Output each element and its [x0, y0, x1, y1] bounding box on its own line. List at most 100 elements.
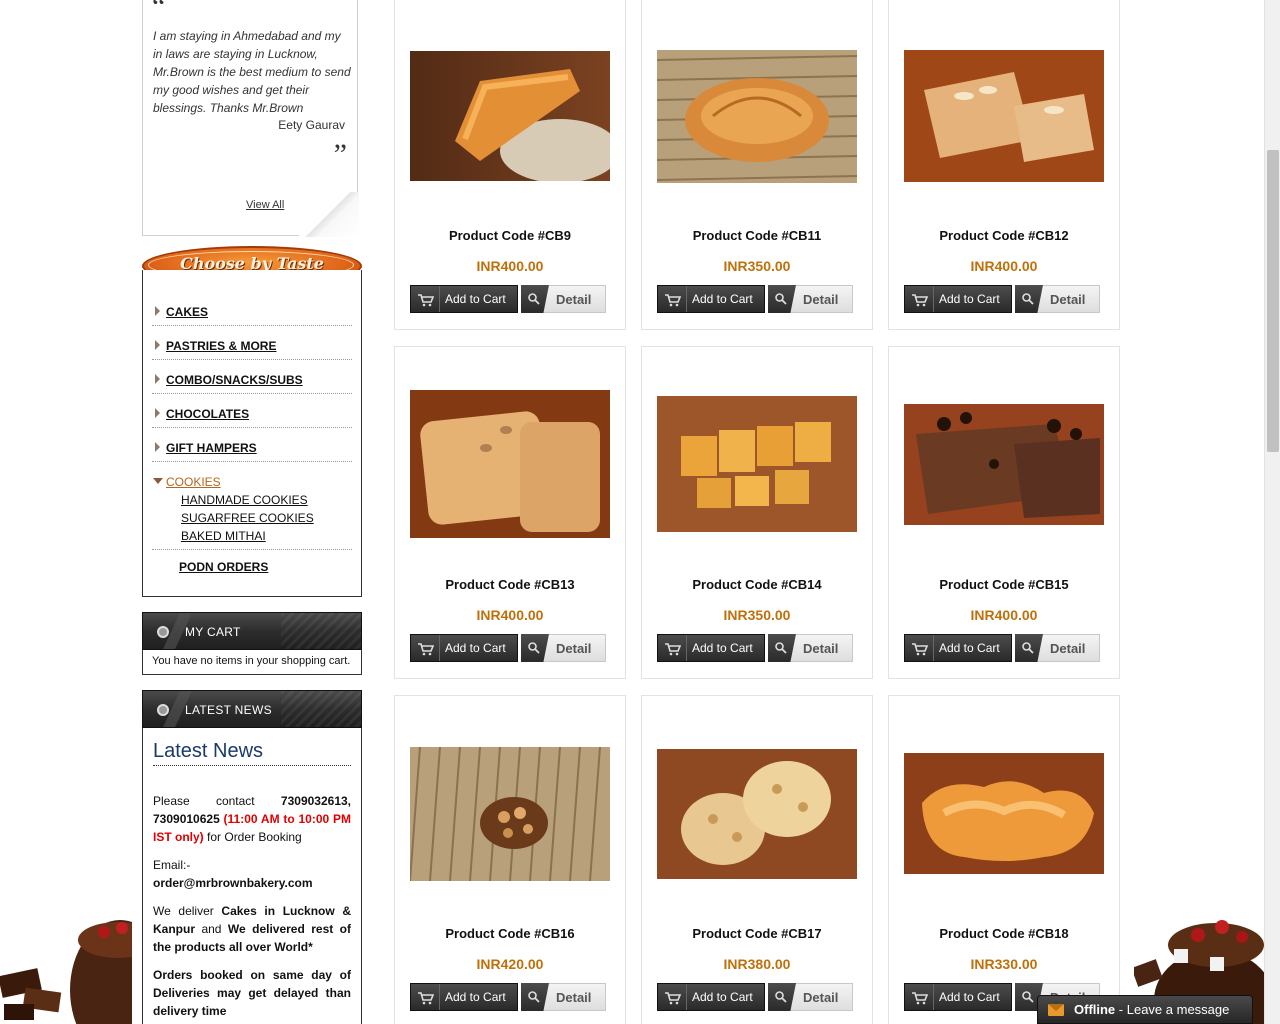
product-image[interactable]: [904, 50, 1104, 182]
product-price: INR380.00: [723, 956, 791, 972]
detail-button[interactable]: Detail: [1015, 634, 1100, 662]
arrow-right-icon: [155, 340, 160, 350]
subcategory-baked-mithai[interactable]: BAKED MITHAI: [181, 529, 266, 543]
product-price: INR330.00: [970, 956, 1038, 972]
magnifier-icon: [1022, 991, 1034, 1003]
product-title[interactable]: Product Code #CB13: [395, 577, 625, 592]
detail-label: Detail: [1050, 641, 1086, 656]
latest-news-header: LATEST NEWS: [142, 690, 362, 728]
add-to-cart-button[interactable]: Add to Cart: [657, 983, 765, 1011]
bullet-icon: [157, 704, 169, 716]
product-image[interactable]: [904, 753, 1104, 874]
cart-icon: [418, 992, 435, 1005]
cart-icon: [912, 294, 929, 307]
detail-button[interactable]: Detail: [768, 285, 853, 313]
category-combo[interactable]: COMBO/SNACKS/SUBS: [152, 360, 352, 394]
category-cookies[interactable]: COOKIES HANDMADE COOKIES SUGARFREE COOKI…: [152, 462, 352, 550]
mail-icon: [1048, 1004, 1064, 1016]
arrow-right-icon: [155, 442, 160, 452]
product-card: Product Code #CB11 INR350.00 Add to Cart…: [641, 0, 873, 330]
arrow-down-icon: [153, 478, 163, 484]
magnifier-icon: [528, 293, 540, 305]
category-cakes[interactable]: CAKES: [152, 292, 352, 326]
add-to-cart-label: Add to Cart: [939, 292, 1000, 306]
view-all-link[interactable]: View All: [246, 199, 284, 211]
latest-news-title: LATEST NEWS: [185, 703, 272, 717]
add-to-cart-button[interactable]: Add to Cart: [904, 634, 1012, 662]
product-image[interactable]: [657, 50, 857, 183]
my-cart-title: MY CART: [185, 625, 241, 639]
product-title[interactable]: Product Code #CB18: [889, 926, 1119, 941]
podn-orders-link[interactable]: PODN ORDERS: [179, 560, 268, 574]
category-pastries[interactable]: PASTRIES & MORE: [152, 326, 352, 360]
product-title[interactable]: Product Code #CB9: [395, 228, 625, 243]
header-stripes: [281, 691, 361, 727]
subcategory-sugarfree-cookies[interactable]: SUGARFREE COOKIES: [181, 511, 314, 525]
magnifier-icon: [775, 293, 787, 305]
add-to-cart-button[interactable]: Add to Cart: [657, 285, 765, 313]
product-title[interactable]: Product Code #CB11: [642, 228, 872, 243]
product-image[interactable]: [410, 390, 610, 538]
product-title[interactable]: Product Code #CB15: [889, 577, 1119, 592]
detail-button[interactable]: Detail: [1015, 285, 1100, 313]
product-price: INR420.00: [476, 956, 544, 972]
detail-button[interactable]: Detail: [768, 983, 853, 1011]
product-image[interactable]: [410, 51, 610, 181]
chat-widget[interactable]: Offline - Leave a message: [1037, 995, 1253, 1024]
news-email-address[interactable]: order@mrbrownbakery.com: [153, 876, 313, 890]
product-card: Product Code #CB16 INR420.00 Add to Cart…: [394, 695, 626, 1024]
detail-label: Detail: [556, 990, 592, 1005]
detail-button[interactable]: Detail: [521, 285, 606, 313]
header-stripes: [281, 613, 361, 649]
button-separator: [686, 635, 687, 661]
category-label[interactable]: CHOCOLATES: [166, 407, 249, 421]
add-to-cart-button[interactable]: Add to Cart: [657, 634, 765, 662]
button-separator: [686, 286, 687, 312]
add-to-cart-button[interactable]: Add to Cart: [410, 285, 518, 313]
detail-button[interactable]: Detail: [521, 634, 606, 662]
news-heading: Latest News: [153, 740, 351, 766]
product-card: Product Code #CB15 INR400.00 Add to Cart…: [888, 346, 1120, 679]
product-price: INR350.00: [723, 258, 791, 274]
product-title[interactable]: Product Code #CB16: [395, 926, 625, 941]
category-gift-hampers[interactable]: GIFT HAMPERS: [152, 428, 352, 462]
add-to-cart-button[interactable]: Add to Cart: [410, 634, 518, 662]
product-image[interactable]: [410, 747, 610, 881]
category-chocolates[interactable]: CHOCOLATES: [152, 394, 352, 428]
product-image[interactable]: [657, 749, 857, 879]
product-price: INR400.00: [970, 607, 1038, 623]
add-to-cart-button[interactable]: Add to Cart: [904, 983, 1012, 1011]
product-card: Product Code #CB13 INR400.00 Add to Cart…: [394, 346, 626, 679]
cart-icon: [912, 992, 929, 1005]
chat-text: Offline - Leave a message: [1074, 1002, 1229, 1017]
product-title[interactable]: Product Code #CB17: [642, 926, 872, 941]
vertical-scrollbar[interactable]: [1264, 0, 1280, 1024]
category-label[interactable]: COMBO/SNACKS/SUBS: [166, 373, 303, 387]
decorative-chocolate-cake-left: [0, 920, 132, 1024]
chat-message: - Leave a message: [1118, 1002, 1230, 1017]
detail-button[interactable]: Detail: [521, 983, 606, 1011]
subcategory-handmade-cookies[interactable]: HANDMADE COOKIES: [181, 493, 308, 507]
news-delivery: We deliver Cakes in Lucknow & Kanpur and…: [153, 902, 351, 956]
magnifier-icon: [775, 642, 787, 654]
category-label-active[interactable]: COOKIES: [166, 475, 221, 489]
arrow-right-icon: [155, 408, 160, 418]
product-image[interactable]: [657, 396, 857, 532]
product-title[interactable]: Product Code #CB14: [642, 577, 872, 592]
category-label[interactable]: CAKES: [166, 305, 208, 319]
category-label[interactable]: GIFT HAMPERS: [166, 441, 257, 455]
scrollbar-thumb[interactable]: [1267, 150, 1279, 452]
button-separator: [439, 984, 440, 1010]
magnifier-icon: [1022, 293, 1034, 305]
product-title[interactable]: Product Code #CB12: [889, 228, 1119, 243]
add-to-cart-button[interactable]: Add to Cart: [410, 983, 518, 1011]
news-email-label: Email:-: [153, 858, 191, 872]
category-label[interactable]: PASTRIES & MORE: [166, 339, 276, 353]
add-to-cart-button[interactable]: Add to Cart: [904, 285, 1012, 313]
add-to-cart-label: Add to Cart: [445, 641, 506, 655]
product-image[interactable]: [904, 404, 1104, 525]
product-card: Product Code #CB18 INR330.00 Add to Cart…: [888, 695, 1120, 1024]
cart-icon: [418, 643, 435, 656]
detail-button[interactable]: Detail: [768, 634, 853, 662]
product-card: Product Code #CB9 INR400.00 Add to Cart …: [394, 0, 626, 330]
